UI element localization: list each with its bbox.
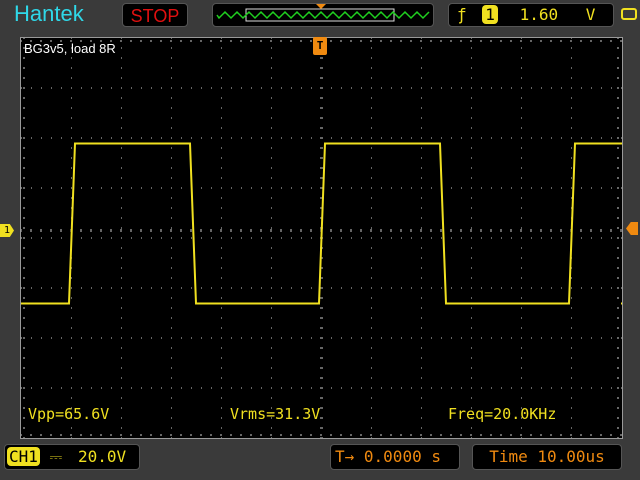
trigger-unit: V (585, 5, 596, 24)
dc-coupling-icon: ⎓ (49, 447, 63, 466)
rising-edge-icon: ƒ (457, 5, 467, 24)
screen-label: BG3v5, load 8R (24, 41, 116, 56)
trigger-marker-label: T (316, 39, 324, 52)
vrms-measurement: Vrms=31.3V (230, 405, 321, 423)
channel-badge: CH1 (7, 447, 40, 466)
timebase[interactable]: Time 10.00us (472, 444, 622, 470)
trigger-position[interactable]: T→ 0.0000 s (330, 444, 460, 470)
trigger-source: 1 (482, 5, 498, 24)
volts-per-div: 20.0V (77, 447, 127, 466)
scope-display[interactable] (20, 37, 640, 439)
trigger-position-value: 0.0000 s (363, 447, 441, 466)
channel1-level-marker[interactable]: 1 (0, 224, 14, 237)
channel1-settings[interactable]: CH1 ⎓ 20.0V (4, 444, 140, 470)
trigger-position-marker[interactable]: T (313, 37, 327, 55)
memory-waveform-icon (216, 4, 430, 22)
memory-overview (212, 3, 434, 27)
trigger-status[interactable]: ƒ 1 1.60 V (448, 3, 614, 27)
trigger-arrow-icon: T→ (335, 447, 355, 466)
waveform-plot (20, 37, 640, 439)
channel-marker-label: 1 (3, 225, 11, 236)
trigger-level: 1.60 (519, 5, 559, 24)
brand-logo: Hantek (14, 1, 84, 26)
freq-measurement: Freq=20.0KHz (448, 405, 557, 423)
run-stop-status[interactable]: STOP (122, 3, 188, 27)
vpp-measurement: Vpp=65.6V (28, 405, 110, 423)
trigger-level-marker[interactable] (626, 222, 638, 235)
battery-icon (621, 8, 637, 20)
